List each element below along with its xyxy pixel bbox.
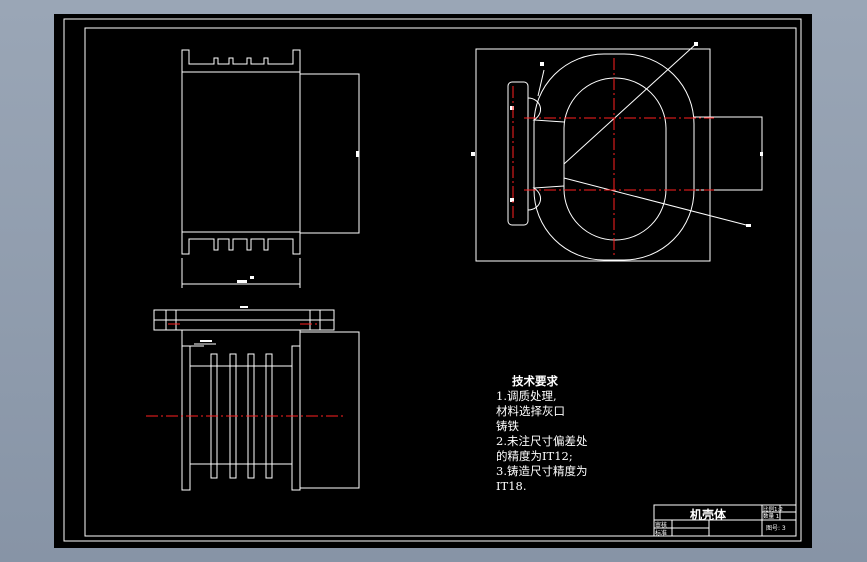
front-view [181,49,360,288]
sheet-border [63,18,802,542]
sheet-number: 图号: 3 [766,525,786,532]
title-block-label: 标准 [655,530,668,537]
top-view-marks [471,42,763,227]
notes-line: IT18. [496,479,527,493]
notes-line: 的精度为IT12; [496,449,573,463]
notes-line: 3.铸造尺寸精度为 [496,464,588,478]
technical-requirements: 技术要求 1.调质处理, 材料选择灰口 铸铁 2.未注尺寸偏差处 的精度为IT1… [496,374,587,494]
notes-line: 材料选择灰口 [496,404,565,418]
part-name: 机壳体 [690,508,727,522]
notes-line: 1.调质处理, [496,389,557,403]
notes-title: 技术要求 [512,374,558,388]
notes-line: 铸铁 [496,419,519,433]
section-view-marks [200,306,248,342]
cad-viewport[interactable]: 技术要求 1.调质处理, 材料选择灰口 铸铁 2.未注尺寸偏差处 的精度为IT1… [54,14,812,548]
section-centerline [146,323,346,417]
quantity-label: 数量 1 [763,514,780,520]
notes-line: 2.未注尺寸偏差处 [496,434,588,448]
front-view-dims [237,151,359,283]
engineering-drawing [63,18,802,542]
top-view [475,43,763,262]
section-view [153,309,360,491]
drawing-frame [84,27,797,537]
